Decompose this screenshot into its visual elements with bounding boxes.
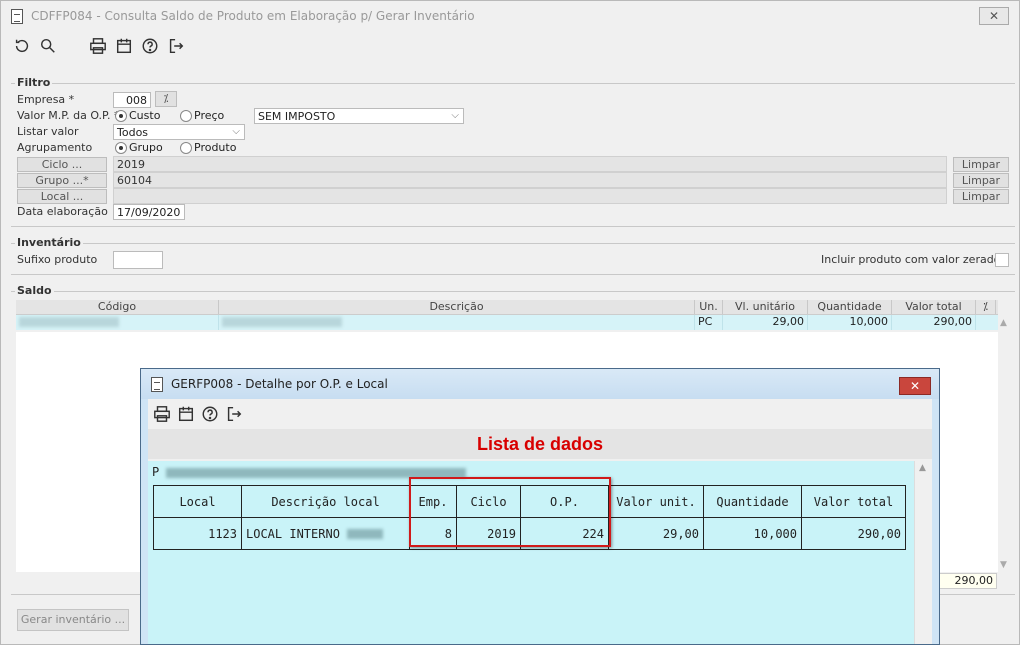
col-vl-unitario[interactable]: Vl. unitário	[723, 300, 808, 314]
scroll-down-icon[interactable]: ▼	[1000, 560, 1007, 570]
title-bar: CDFFP084 - Consulta Saldo de Produto em …	[1, 1, 1019, 31]
redacted-block	[222, 317, 342, 327]
limpar-grupo-button[interactable]: Limpar	[953, 173, 1009, 188]
filtro-legend: Filtro	[15, 76, 53, 89]
window-title: CDFFP084 - Consulta Saldo de Produto em …	[31, 9, 475, 23]
lista-header: Lista de dados	[148, 429, 932, 459]
limpar-ciclo-button[interactable]: Limpar	[953, 157, 1009, 172]
local-value	[113, 188, 947, 204]
col-local: Local	[153, 485, 242, 518]
help-icon[interactable]	[201, 405, 219, 423]
highlight-box	[409, 477, 611, 547]
col-valor-total[interactable]: Valor total	[892, 300, 976, 314]
incluir-label: Incluir produto com valor zerado	[821, 253, 1001, 266]
report-area: P Local Descrição local Emp. Ciclo O.P. …	[148, 461, 914, 644]
radio-produto[interactable]: Produto	[180, 141, 236, 154]
print-icon[interactable]	[89, 37, 107, 55]
ciclo-button[interactable]: Ciclo ...	[17, 157, 107, 172]
col-quantidade[interactable]: Quantidade	[808, 300, 892, 314]
cell-valor-unit: 29,00	[608, 517, 704, 550]
search-icon[interactable]	[39, 37, 57, 55]
cell-descricao-local: LOCAL INTERNO	[241, 517, 410, 550]
refresh-icon[interactable]	[13, 37, 31, 55]
modal-toolbar	[148, 399, 932, 429]
col-codigo[interactable]: Código	[16, 300, 219, 314]
saldo-grid-header: Código Descrição Un. Vl. unitário Quanti…	[16, 300, 998, 315]
cell-valor-total: 290,00	[801, 517, 906, 550]
grupo-value: 60104	[113, 172, 947, 188]
cell-un: PC	[695, 315, 723, 330]
modal-body: Lista de dados P Local Descrição local E…	[148, 399, 932, 644]
detail-modal: GERFP008 - Detalhe por O.P. e Local ✕ Li…	[140, 368, 940, 645]
toolbar	[1, 31, 1019, 61]
modal-title-bar: GERFP008 - Detalhe por O.P. e Local	[141, 369, 939, 399]
empresa-input[interactable]: 008	[113, 92, 151, 108]
data-input[interactable]: 17/09/2020	[113, 204, 185, 220]
modal-title: GERFP008 - Detalhe por O.P. e Local	[171, 377, 388, 391]
inventario-group: Inventário Sufixo produto Incluir produt…	[11, 236, 1015, 275]
col-un[interactable]: Un.	[695, 300, 723, 314]
saldo-total: 290,00	[931, 573, 997, 589]
cell-vl-unitario: 29,00	[723, 315, 808, 330]
saldo-legend: Saldo	[15, 284, 54, 297]
exit-icon[interactable]	[167, 37, 185, 55]
limpar-local-button[interactable]: Limpar	[953, 189, 1009, 204]
empresa-label: Empresa *	[17, 93, 75, 106]
radio-grupo[interactable]: Grupo	[115, 141, 163, 154]
incluir-checkbox[interactable]	[995, 253, 1009, 267]
modal-close-button[interactable]: ✕	[899, 377, 931, 395]
modal-scrollbar[interactable]: ▲	[914, 461, 932, 644]
scroll-up-icon[interactable]: ▲	[919, 463, 926, 473]
redacted-block	[19, 317, 119, 327]
grid-scrollbar[interactable]: ▲ ▼	[998, 316, 1012, 572]
print-icon[interactable]	[153, 405, 171, 423]
col-descricao-local: Descrição local	[241, 485, 410, 518]
help-icon[interactable]	[141, 37, 159, 55]
col-valor-unit: Valor unit.	[608, 485, 704, 518]
cell-descricao	[219, 315, 695, 330]
gerar-inventario-button[interactable]: Gerar inventário ...	[17, 609, 129, 631]
calendar-icon[interactable]	[115, 37, 133, 55]
agrupamento-label: Agrupamento	[17, 141, 93, 154]
valor-mp-label: Valor M.P. da O.P. *	[17, 109, 120, 122]
inventario-legend: Inventário	[15, 236, 83, 249]
cell-valor-total: 290,00	[892, 315, 976, 330]
sufixo-label: Sufixo produto	[17, 253, 98, 266]
cell-local: 1123	[153, 517, 242, 550]
cell-quantidade: 10,000	[808, 315, 892, 330]
grid-settings-icon[interactable]: ⁒	[976, 300, 996, 314]
listar-select[interactable]: Todos ⌵	[113, 124, 245, 140]
cell-codigo	[16, 315, 219, 330]
document-icon	[151, 376, 163, 392]
close-button[interactable]: ✕	[979, 7, 1009, 25]
imposto-select[interactable]: SEM IMPOSTO ⌵	[254, 108, 464, 124]
redacted-block	[166, 467, 467, 478]
local-button[interactable]: Local ...	[17, 189, 107, 204]
listar-label: Listar valor	[17, 125, 79, 138]
exit-icon[interactable]	[225, 405, 243, 423]
document-icon	[11, 8, 23, 24]
sufixo-input[interactable]	[113, 251, 163, 269]
calendar-icon[interactable]	[177, 405, 195, 423]
saldo-grid: Código Descrição Un. Vl. unitário Quanti…	[16, 300, 998, 330]
cell-quantidade: 10,000	[703, 517, 802, 550]
data-label: Data elaboração	[17, 205, 108, 218]
grupo-button[interactable]: Grupo ...*	[17, 173, 107, 188]
chevron-down-icon: ⌵	[451, 110, 459, 121]
ciclo-value: 2019	[113, 156, 947, 172]
scroll-up-icon[interactable]: ▲	[1000, 318, 1007, 328]
col-quantidade: Quantidade	[703, 485, 802, 518]
radio-custo[interactable]: Custo	[115, 109, 160, 122]
empresa-lookup-button[interactable]: ⁒	[155, 91, 177, 107]
redacted-block	[347, 529, 384, 539]
filtro-group: Filtro Empresa * 008 ⁒ Valor M.P. da O.P…	[11, 76, 1015, 227]
col-valor-total: Valor total	[801, 485, 906, 518]
col-descricao[interactable]: Descrição	[219, 300, 695, 314]
chevron-down-icon: ⌵	[232, 126, 240, 137]
table-row[interactable]: PC 29,00 10,000 290,00	[16, 315, 998, 330]
radio-preco[interactable]: Preço	[180, 109, 224, 122]
